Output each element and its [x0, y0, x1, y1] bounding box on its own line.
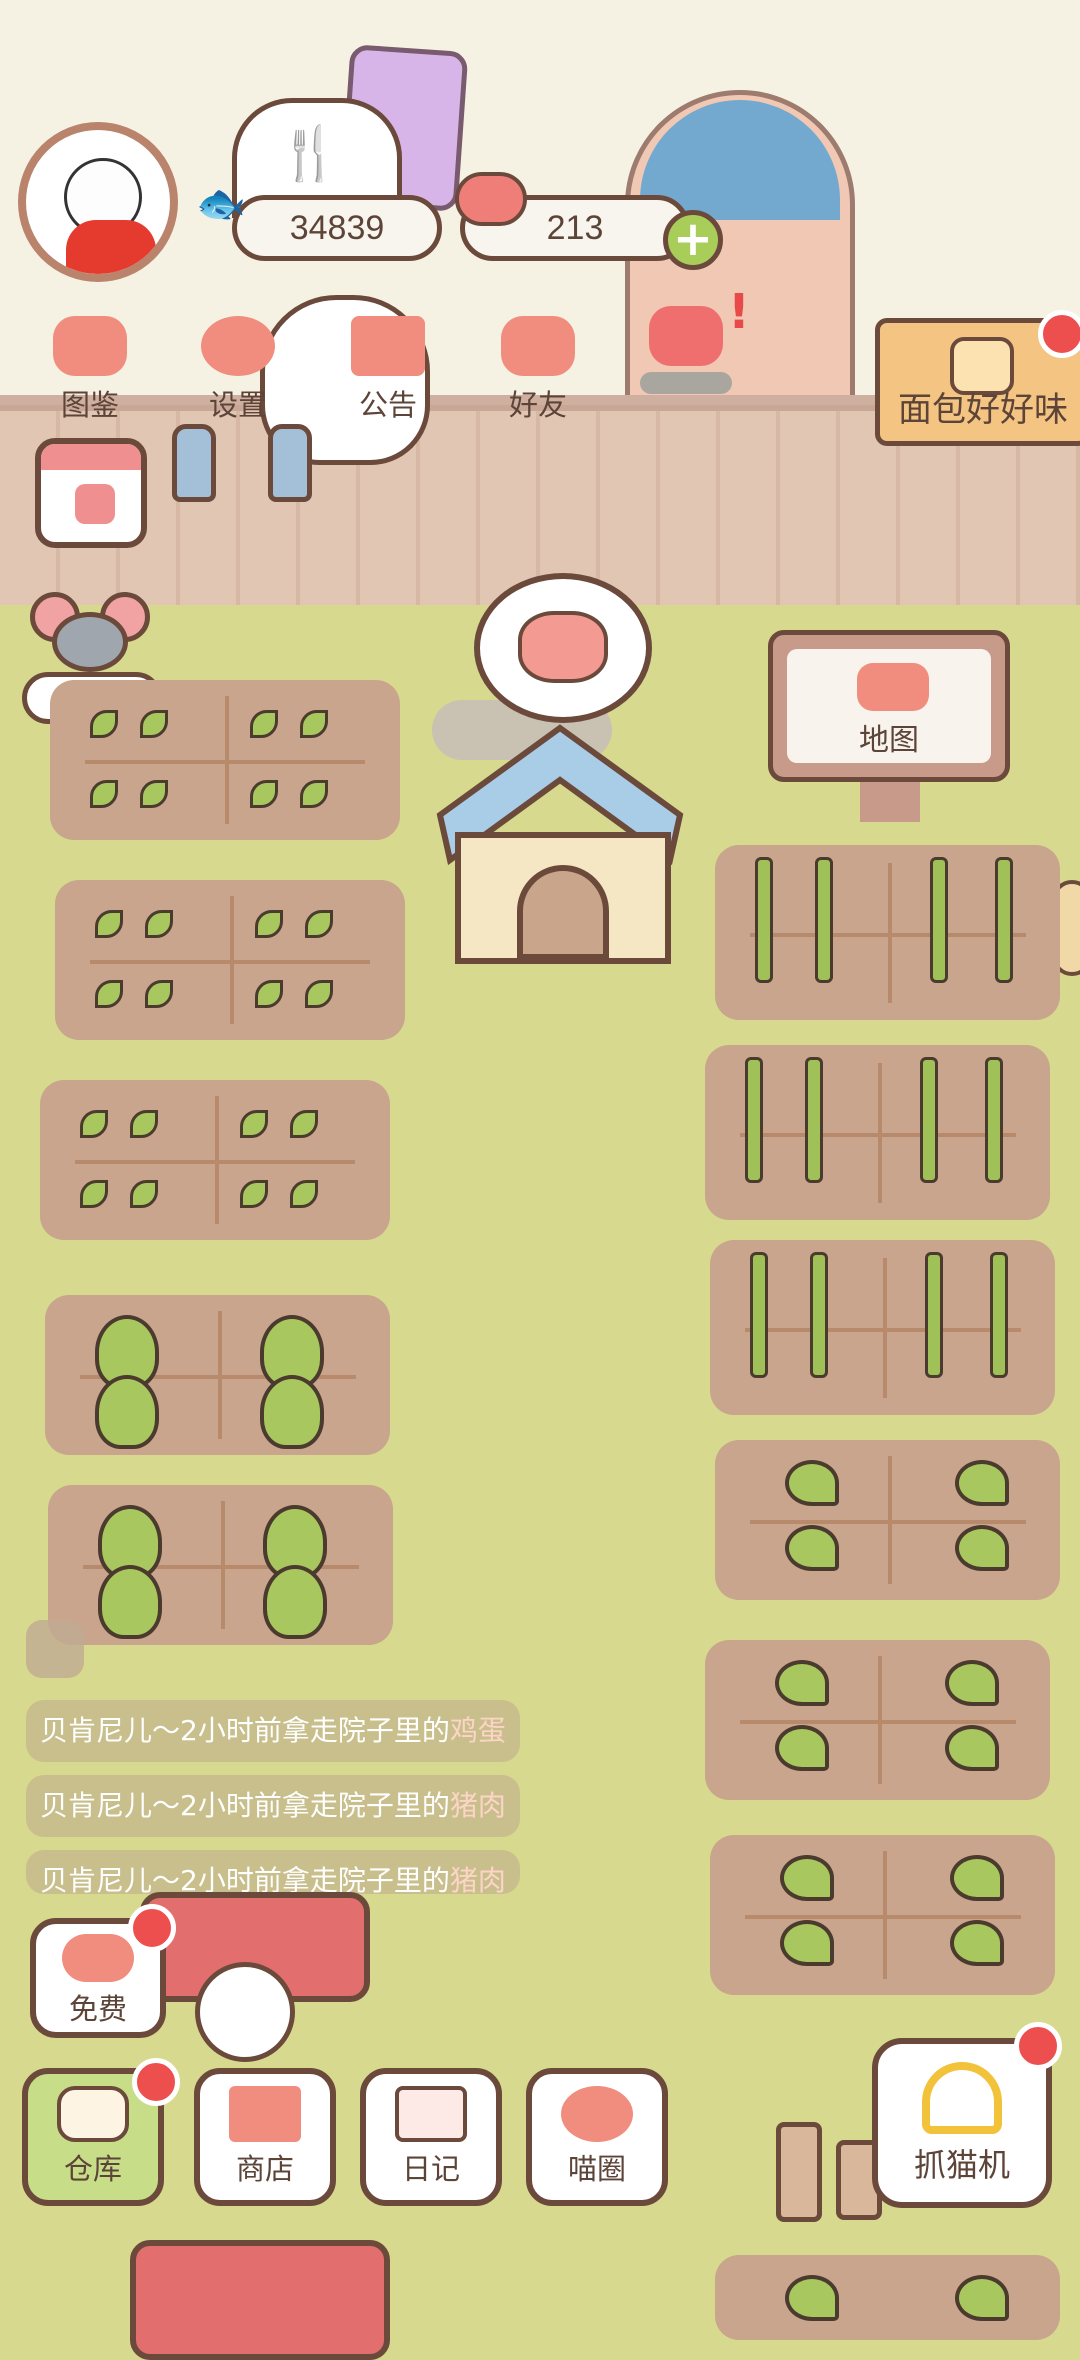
crop-plot[interactable]: [715, 2255, 1060, 2340]
player-avatar[interactable]: [18, 122, 178, 282]
gift-icon: [351, 316, 425, 376]
crop-plot[interactable]: [48, 1485, 393, 1645]
boot-right: [268, 424, 312, 502]
coin-count: 34839: [289, 208, 385, 247]
heart-currency-icon: [455, 172, 527, 226]
pig-icon: [518, 611, 608, 683]
meow-circle-button[interactable]: 喵圈: [526, 2068, 668, 2206]
menu-settings[interactable]: 设置: [178, 316, 298, 424]
cat-book-icon: [53, 316, 127, 376]
planet-cat-icon: [561, 2086, 633, 2142]
crop-plot[interactable]: [710, 1240, 1055, 1415]
pork-request-bubble[interactable]: [474, 573, 652, 723]
bread-notification-dot: [1038, 310, 1080, 358]
crop-plot[interactable]: [45, 1295, 390, 1455]
gear-icon: [201, 316, 275, 376]
fish-icon: 🐟: [196, 181, 246, 227]
claw-icon: [922, 2062, 1002, 2134]
heart-count: 213: [546, 208, 604, 247]
fence-stump: [776, 2122, 822, 2222]
warehouse-icon: [57, 2086, 129, 2142]
crop-plot[interactable]: [50, 680, 400, 840]
feed-entry: 贝肯尼儿～2小时前拿走院子里的猪肉: [26, 1775, 520, 1837]
claw-notification-dot: [1014, 2022, 1062, 2070]
crop-plot[interactable]: [705, 1045, 1050, 1220]
diary-button[interactable]: 日记: [360, 2068, 502, 2206]
menu-friends[interactable]: 好友: [478, 316, 598, 424]
event-progress-bar: [640, 372, 732, 394]
menu-announcements[interactable]: 公告: [328, 316, 448, 424]
mouse-raid-icon[interactable]: [30, 592, 150, 672]
shop-button[interactable]: 商店: [194, 2068, 336, 2206]
crop-plot[interactable]: [40, 1080, 390, 1240]
crop-plot[interactable]: [715, 1440, 1060, 1600]
pencil-icon: [75, 484, 115, 524]
fence-map-icon: [857, 663, 929, 711]
boot-left: [172, 424, 216, 502]
map-button[interactable]: 地图: [768, 630, 1010, 782]
crop-plot[interactable]: [715, 845, 1060, 1020]
barn-roof: [130, 2240, 390, 2360]
kennel-door: [517, 865, 609, 960]
diary-icon: [395, 2086, 467, 2142]
crop-plot[interactable]: [705, 1640, 1050, 1800]
event-heart-icon: [649, 306, 723, 366]
crop-plot[interactable]: [710, 1835, 1055, 1995]
fork-knife-icon: 🍴: [277, 124, 342, 184]
friends-icon: [501, 316, 575, 376]
chicken-icon: [195, 1962, 295, 2062]
feed-entry: 贝肯尼儿～2小时前拿走院子里的鸡蛋: [26, 1700, 520, 1762]
heart-gift-icon: [62, 1934, 134, 1982]
shop-icon: [229, 2086, 301, 2142]
warehouse-notification-dot: [132, 2058, 180, 2106]
crop-plot[interactable]: [55, 880, 405, 1040]
free-notification-dot: [128, 1904, 176, 1952]
feed-entry: 贝肯尼儿～2小时前拿走院子里的猪肉: [26, 1850, 520, 1894]
add-hearts-button[interactable]: +: [663, 210, 723, 270]
coin-counter[interactable]: 34839: [232, 195, 442, 261]
calendar-button[interactable]: [35, 438, 147, 548]
sign-post: [860, 782, 920, 822]
heart-feed-icon[interactable]: [26, 1620, 84, 1678]
menu-collection[interactable]: 图鉴: [30, 316, 150, 424]
bread-sign-label: 面包好好味: [898, 390, 1068, 430]
alert-icon: !: [728, 284, 750, 340]
